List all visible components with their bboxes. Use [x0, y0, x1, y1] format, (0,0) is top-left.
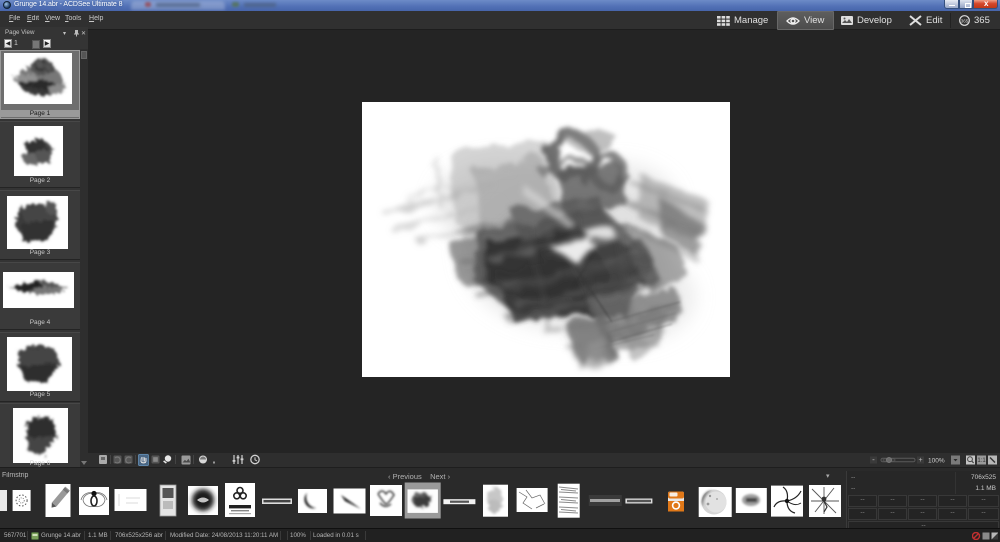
svg-text:100%: 100%	[928, 457, 945, 464]
svg-text:-: -	[872, 455, 875, 464]
svg-text:365: 365	[961, 19, 969, 24]
svg-text:1:1: 1:1	[977, 458, 986, 464]
svg-text:+: +	[918, 457, 922, 464]
